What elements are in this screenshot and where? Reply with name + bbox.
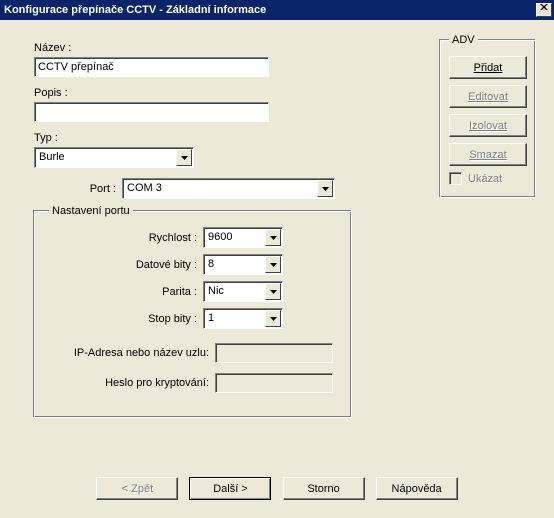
parity-select[interactable]: Nic xyxy=(203,281,283,302)
chevron-down-icon xyxy=(265,310,281,327)
adv-group: ADV Přidat Editovat Izolovat Smazat Ukáz… xyxy=(440,34,536,198)
port-select[interactable]: COM 3 xyxy=(122,178,335,199)
help-button[interactable]: Nápověda xyxy=(376,477,458,500)
databits-select[interactable]: 8 xyxy=(203,254,283,275)
adv-legend: ADV xyxy=(449,34,478,46)
chevron-down-icon xyxy=(265,256,281,273)
type-select[interactable]: Burle xyxy=(34,147,194,168)
name-label: Název : xyxy=(34,42,414,54)
stopbits-select[interactable]: 1 xyxy=(203,308,283,329)
next-button[interactable]: Další > xyxy=(189,477,271,500)
databits-value: 8 xyxy=(204,255,264,274)
databits-label: Datové bity : xyxy=(49,259,197,271)
chevron-down-icon xyxy=(176,149,192,166)
stopbits-label: Stop bity : xyxy=(49,313,197,325)
isolate-button[interactable]: Izolovat xyxy=(449,114,527,137)
client-area: Název : Popis : Typ : Burle Port : COM 3… xyxy=(0,20,554,518)
desc-input[interactable] xyxy=(34,102,269,122)
desc-label: Popis : xyxy=(34,87,414,99)
port-label: Port : xyxy=(62,183,116,195)
stopbits-value: 1 xyxy=(204,309,264,328)
type-label: Typ : xyxy=(34,132,414,144)
speed-value: 9600 xyxy=(204,228,264,247)
port-settings-group: Nastavení portu Rychlost : 9600 Datové b… xyxy=(34,205,352,418)
ip-label: IP-Adresa nebo název uzlu: xyxy=(49,347,209,359)
add-button[interactable]: Přidat xyxy=(449,56,527,79)
delete-button[interactable]: Smazat xyxy=(449,143,527,166)
chevron-down-icon xyxy=(265,283,281,300)
titlebar: Konfigurace přepínače CCTV - Základní in… xyxy=(0,0,554,20)
adv-panel: ADV Přidat Editovat Izolovat Smazat Ukáz… xyxy=(440,34,536,198)
speed-select[interactable]: 9600 xyxy=(203,227,283,248)
show-checkbox-label: Ukázat xyxy=(468,173,502,185)
parity-value: Nic xyxy=(204,282,264,301)
back-button: < Zpět xyxy=(96,477,178,500)
port-select-value: COM 3 xyxy=(123,179,316,198)
pass-field xyxy=(215,373,333,393)
window-title: Konfigurace přepínače CCTV - Základní in… xyxy=(4,4,266,16)
pass-label: Heslo pro kryptování: xyxy=(49,377,209,389)
cancel-button[interactable]: Storno xyxy=(283,477,365,500)
close-button[interactable] xyxy=(536,3,552,17)
show-checkbox-row: Ukázat xyxy=(449,172,527,185)
parity-label: Parita : xyxy=(49,286,197,298)
main-form: Název : Popis : Typ : Burle Port : COM 3… xyxy=(34,42,414,418)
chevron-down-icon xyxy=(317,180,333,197)
port-settings-legend: Nastavení portu xyxy=(49,205,133,217)
ip-field xyxy=(215,343,333,363)
type-select-value: Burle xyxy=(35,148,175,167)
bottom-buttons: < Zpět Další > Storno Nápověda xyxy=(0,477,554,500)
edit-button[interactable]: Editovat xyxy=(449,85,527,108)
name-input[interactable] xyxy=(34,57,269,77)
speed-label: Rychlost : xyxy=(49,232,197,244)
show-checkbox xyxy=(449,172,462,185)
chevron-down-icon xyxy=(265,229,281,246)
